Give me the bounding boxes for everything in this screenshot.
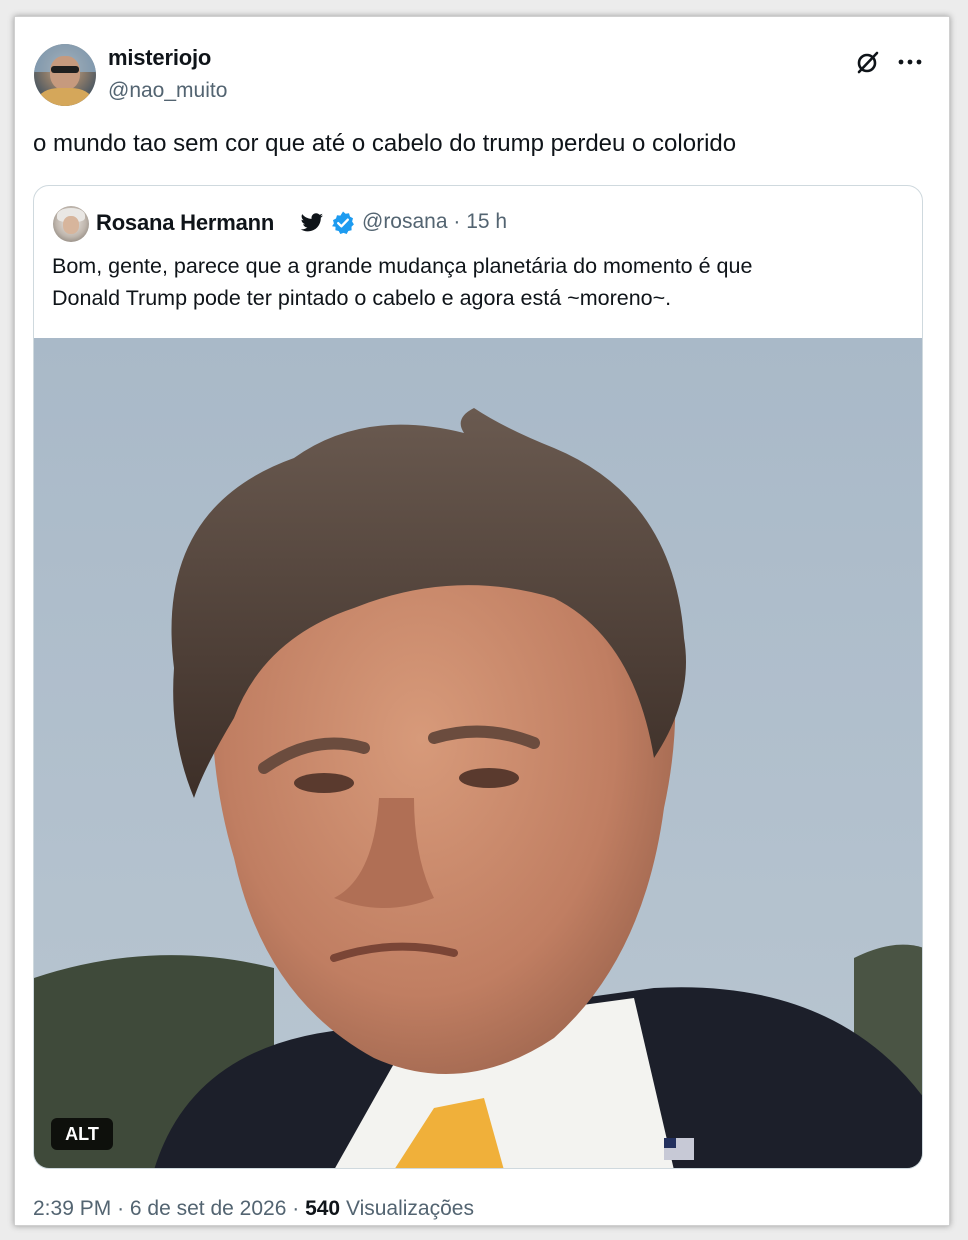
footer-separator: ·: [292, 1197, 300, 1220]
post-time[interactable]: 2:39 PM: [33, 1197, 111, 1220]
alt-text-badge[interactable]: ALT: [51, 1118, 113, 1150]
views-label[interactable]: Visualizações: [346, 1197, 474, 1220]
tweet-card: misteriojo @nao_muito o mundo tao sem co…: [14, 16, 950, 1226]
quoted-tweet[interactable]: Rosana Hermann @rosana · 15 h Bom, gente…: [33, 185, 923, 1169]
verified-badge-icon: [332, 211, 354, 234]
author-display-name[interactable]: misteriojo: [108, 45, 211, 71]
quoted-time: 15 h: [466, 210, 508, 233]
quoted-meta: @rosana · 15 h: [362, 210, 507, 234]
tweet-footer: 2:39 PM · 6 de set de 2026 · 540 Visuali…: [33, 1197, 474, 1221]
quoted-author-name: Rosana Hermann: [96, 210, 275, 235]
quoted-text-line-1: Bom, gente, parece que a grande mudança …: [52, 254, 753, 278]
author-avatar[interactable]: [34, 44, 96, 106]
more-options-icon[interactable]: [895, 47, 925, 77]
twitter-bird-icon: [300, 213, 324, 232]
author-handle[interactable]: @nao_muito: [108, 79, 227, 103]
quoted-handle: @rosana: [362, 210, 448, 233]
post-date[interactable]: 6 de set de 2026: [130, 1197, 286, 1220]
views-count[interactable]: 540: [305, 1197, 340, 1220]
grok-icon[interactable]: [853, 47, 883, 77]
tweet-text: o mundo tao sem cor que até o cabelo do …: [33, 130, 737, 157]
photo-illustration: [34, 338, 922, 1168]
footer-separator: ·: [117, 1197, 125, 1220]
quoted-text: Bom, gente, parece que a grande mudança …: [52, 250, 902, 314]
meta-separator: ·: [453, 210, 461, 233]
quoted-text-line-2: Donald Trump pode ter pintado o cabelo e…: [52, 286, 672, 310]
quoted-photo[interactable]: ALT: [34, 338, 922, 1168]
quoted-author-avatar[interactable]: [53, 206, 89, 242]
